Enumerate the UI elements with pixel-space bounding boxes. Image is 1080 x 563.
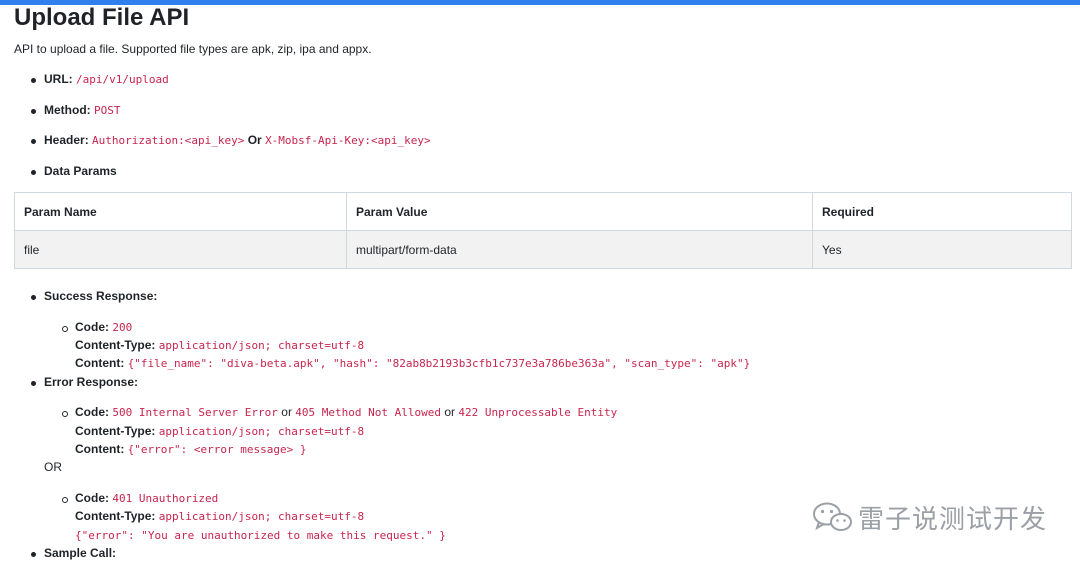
error-content-line-b: {"error": "You are unauthorized to make …: [75, 528, 446, 542]
success-content-value: {"file_name": "diva-beta.apk", "hash": "…: [127, 357, 751, 370]
col-param-value: Param Value: [346, 192, 813, 231]
method-value: POST: [94, 104, 121, 117]
success-content-line: Content: {"file_name": "diva-beta.apk", …: [75, 356, 750, 370]
success-ctype-label: Content-Type:: [75, 338, 156, 352]
sample-call-item: Sample Call:: [30, 546, 117, 560]
error-response-item: Error Response:: [30, 375, 139, 389]
error-content-label: Content:: [75, 442, 125, 456]
error-code-label: Code:: [75, 405, 109, 419]
sample-call-label: Sample Call:: [44, 546, 117, 560]
url-value: /api/v1/upload: [76, 73, 169, 86]
url-label: URL:: [44, 72, 73, 86]
data-params-item: Data Params: [31, 164, 117, 178]
error-code-401: 401 Unauthorized: [112, 492, 219, 505]
header-value-api-key: X-Mobsf-Api-Key:<api_key>: [265, 134, 431, 147]
error-code-500: 500 Internal Server Error: [112, 406, 278, 419]
error-ctype-label: Content-Type:: [75, 424, 156, 438]
data-params-label: Data Params: [44, 164, 117, 178]
error-ctype-line: Content-Type: application/json; charset=…: [75, 424, 364, 438]
cell-required: Yes: [812, 230, 1072, 269]
method-label: Method:: [44, 103, 91, 117]
success-code-item: Code: 200: [61, 320, 133, 334]
error-content-value: {"error": <error message> }: [127, 443, 307, 456]
error-ctype-value: application/json; charset=utf-8: [158, 425, 365, 438]
col-param-name: Param Name: [14, 192, 347, 231]
error-or-2: or: [444, 405, 455, 419]
success-ctype-line: Content-Type: application/json; charset=…: [75, 338, 364, 352]
cell-param-value: multipart/form-data: [346, 230, 813, 269]
method-item: Method: POST: [31, 103, 121, 117]
error-code-label-b: Code:: [75, 491, 109, 505]
error-or-1: or: [281, 405, 292, 419]
header-label: Header:: [44, 133, 89, 147]
params-table: Param Name Param Value Required file mul…: [14, 192, 1072, 269]
url-item: URL: /api/v1/upload: [31, 72, 169, 86]
error-code-405: 405 Method Not Allowed: [295, 406, 441, 419]
error-or-separator: OR: [44, 460, 62, 474]
success-content-label: Content:: [75, 356, 125, 370]
table-header-row: Param Name Param Value Required: [14, 192, 1072, 231]
error-code-item: Code: 500 Internal Server Error or 405 M…: [61, 405, 618, 419]
error-code-item-401: Code: 401 Unauthorized: [61, 491, 219, 505]
page-title: Upload File API: [14, 4, 190, 31]
watermark-text: 雷子说测试开发: [858, 505, 1048, 535]
header-or: Or: [247, 133, 262, 147]
cell-param-name: file: [14, 230, 347, 269]
error-content-line: Content: {"error": <error message> }: [75, 442, 306, 456]
error-ctype-label-b: Content-Type:: [75, 509, 156, 523]
header-item: Header: Authorization:<api_key> Or X-Mob…: [31, 133, 431, 147]
error-content-value-b: {"error": "You are unauthorized to make …: [75, 529, 446, 542]
success-label: Success Response:: [44, 289, 158, 303]
error-ctype-line-b: Content-Type: application/json; charset=…: [75, 509, 364, 523]
success-response-item: Success Response:: [30, 289, 158, 303]
table-row: file multipart/form-data Yes: [14, 230, 1072, 269]
success-ctype-value: application/json; charset=utf-8: [158, 339, 365, 352]
error-label: Error Response:: [44, 375, 139, 389]
success-code-value: 200: [112, 321, 133, 334]
success-code-label: Code:: [75, 320, 109, 334]
col-required: Required: [812, 192, 1072, 231]
watermark: 雷子说测试开发: [812, 497, 1052, 537]
error-ctype-value-b: application/json; charset=utf-8: [158, 510, 365, 523]
intro-text: API to upload a file. Supported file typ…: [14, 42, 372, 56]
wechat-logo-icon: [813, 502, 852, 531]
header-value-authorization: Authorization:<api_key>: [92, 134, 245, 147]
error-code-422: 422 Unprocessable Entity: [458, 406, 618, 419]
